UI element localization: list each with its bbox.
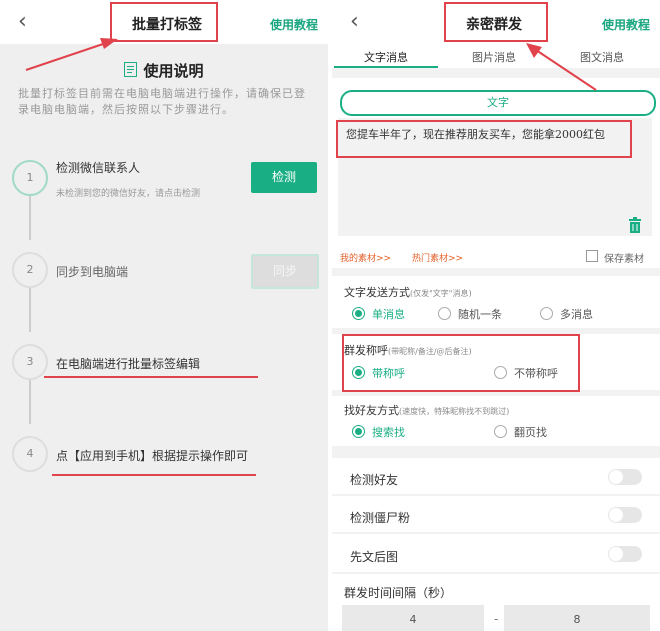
arrow-line: [535, 49, 597, 91]
arrow-head: [526, 43, 542, 58]
arrow-head: [100, 38, 118, 49]
arrow-line: [25, 42, 107, 71]
annotation-arrows: [25, 38, 597, 91]
